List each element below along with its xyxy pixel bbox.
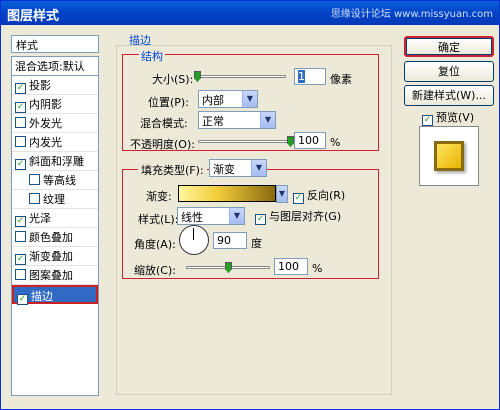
style-list-item[interactable]: 光泽: [12, 209, 98, 228]
chevron-down-icon: ▼: [229, 208, 244, 224]
fill-type-label: 填充类型(F):: [138, 162, 207, 178]
angle-unit: 度: [251, 237, 262, 250]
align-layer-checkbox[interactable]: 与图层对齐(G): [255, 208, 341, 225]
ok-button[interactable]: 确定: [404, 36, 494, 57]
style-list-item-label: 等高线: [43, 174, 76, 187]
opacity-unit: %: [330, 136, 341, 149]
watermark: 思缘设计论坛 www.missyuan.com: [330, 9, 493, 20]
opacity-input[interactable]: 100: [294, 132, 326, 149]
style-list-item-label: 渐变叠加: [29, 250, 73, 263]
style-list-item[interactable]: 投影: [12, 76, 98, 95]
position-value: 内部: [202, 94, 224, 107]
style-checkbox[interactable]: [15, 254, 26, 265]
style-list-item[interactable]: 颜色叠加: [12, 228, 98, 247]
reverse-checkbox[interactable]: 反向(R): [293, 187, 345, 204]
style-checkbox[interactable]: [15, 136, 26, 147]
size-input[interactable]: 1: [294, 68, 326, 85]
style-checkbox[interactable]: [29, 193, 40, 204]
size-slider-track[interactable]: [196, 75, 286, 78]
opacity-label: 不透明度(O):: [130, 138, 195, 151]
gradient-label: 渐变:: [146, 190, 172, 203]
style-checkbox[interactable]: [15, 102, 26, 113]
style-checkbox[interactable]: [15, 269, 26, 280]
style-checkbox[interactable]: [15, 159, 26, 170]
gradient-picker[interactable]: [178, 185, 276, 202]
preview-checkbox-box[interactable]: [422, 115, 433, 126]
style-preview: [419, 126, 479, 186]
style-list-item[interactable]: 混合选项:默认: [12, 57, 98, 76]
style-checkbox[interactable]: [15, 117, 26, 128]
blend-mode-select[interactable]: 正常 ▼: [198, 111, 276, 129]
style-list-item-label: 颜色叠加: [29, 231, 73, 244]
style-list-item[interactable]: 渐变叠加: [12, 247, 98, 266]
style-select[interactable]: 线性 ▼: [177, 207, 245, 225]
position-label: 位置(P):: [148, 96, 189, 109]
style-list-item-label: 投影: [29, 79, 51, 92]
style-list-item-label: 纹理: [43, 193, 65, 206]
chevron-down-icon: ▼: [260, 112, 275, 128]
angle-input[interactable]: 90: [213, 232, 247, 249]
preview-label: 预览(V): [436, 111, 475, 124]
new-style-button[interactable]: 新建样式(W)...: [404, 85, 494, 106]
style-list-item-label: 光泽: [29, 212, 51, 225]
scale-input[interactable]: 100: [274, 258, 308, 275]
preview-checkbox[interactable]: 预览(V): [422, 109, 474, 126]
style-checkbox[interactable]: [17, 294, 28, 305]
chevron-down-icon: ▼: [242, 91, 257, 107]
fill-type-value: 渐变: [213, 163, 235, 176]
size-label: 大小(S):: [152, 73, 194, 86]
style-list-item[interactable]: 图案叠加: [12, 266, 98, 285]
styles-header: 样式: [11, 35, 99, 53]
chevron-down-icon: ▼: [251, 160, 266, 176]
layer-style-dialog: 图层样式 思缘设计论坛 www.missyuan.com 样式 混合选项:默认投…: [0, 0, 500, 410]
structure-title: 结构: [139, 48, 165, 64]
gradient-dropdown[interactable]: ▼: [276, 185, 288, 203]
style-list-item[interactable]: 等高线: [12, 171, 98, 190]
size-unit: 像素: [330, 73, 352, 86]
style-list-item-label: 外发光: [29, 117, 62, 130]
dialog-title: 图层样式: [7, 9, 60, 24]
reverse-label: 反向(R): [307, 189, 346, 202]
style-checkbox[interactable]: [15, 231, 26, 242]
style-list-item[interactable]: 内阴影: [12, 95, 98, 114]
style-list-item-label: 描边: [31, 290, 53, 303]
fill-type-select[interactable]: 渐变 ▼: [209, 159, 267, 177]
style-checkbox[interactable]: [15, 216, 26, 227]
reverse-checkbox-box[interactable]: [293, 193, 304, 204]
align-layer-checkbox-box[interactable]: [255, 214, 266, 225]
preview-swatch: [434, 141, 464, 171]
style-list-item-label: 图案叠加: [29, 269, 73, 282]
style-list-item-label: 斜面和浮雕: [29, 155, 84, 168]
angle-dial[interactable]: [179, 225, 209, 255]
scale-label: 缩放(C):: [134, 264, 176, 277]
scale-unit: %: [312, 262, 323, 275]
opacity-slider-track[interactable]: [198, 140, 290, 143]
style-list-item-label: 内阴影: [29, 98, 62, 111]
style-list-item[interactable]: 斜面和浮雕: [12, 152, 98, 171]
style-list-item-label: 内发光: [29, 136, 62, 149]
style-list-item[interactable]: 纹理: [12, 190, 98, 209]
angle-label: 角度(A):: [134, 238, 176, 251]
style-list-item[interactable]: 外发光: [12, 114, 98, 133]
style-label: 样式(L):: [138, 213, 179, 226]
reset-button[interactable]: 复位: [404, 61, 494, 82]
angle-hand: [193, 228, 194, 240]
position-select[interactable]: 内部 ▼: [198, 90, 258, 108]
title-bar[interactable]: 图层样式 思缘设计论坛 www.missyuan.com: [1, 1, 499, 25]
style-list-item[interactable]: 描边: [12, 285, 98, 305]
chevron-down-icon: ▼: [277, 186, 287, 202]
style-checkbox[interactable]: [15, 83, 26, 94]
styles-list: 混合选项:默认投影内阴影外发光内发光斜面和浮雕等高线纹理光泽颜色叠加渐变叠加图案…: [11, 56, 99, 396]
align-layer-label: 与图层对齐(G): [269, 210, 342, 223]
blend-mode-value: 正常: [202, 115, 224, 128]
style-value: 线性: [181, 211, 203, 224]
style-checkbox[interactable]: [29, 174, 40, 185]
blend-mode-label: 混合模式:: [140, 117, 188, 130]
style-list-item[interactable]: 内发光: [12, 133, 98, 152]
style-list-item-label: 混合选项:默认: [15, 60, 85, 73]
